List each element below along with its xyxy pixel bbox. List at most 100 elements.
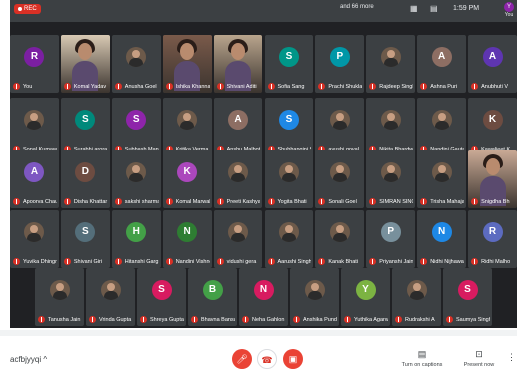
participant-tile[interactable]: S Shreya Gupta ...: [137, 268, 186, 326]
participant-tile[interactable]: SIMRAN SINGH: [366, 150, 416, 208]
participant-tile[interactable]: Preeti Kashyap: [213, 150, 263, 208]
participant-tile[interactable]: Tanusha Jain: [35, 268, 84, 326]
participant-tile[interactable]: Yuvika Dhingra: [10, 210, 59, 268]
participant-tile[interactable]: B Bhavna Bansal: [188, 268, 237, 326]
participant-tile[interactable]: vidushi gera: [213, 210, 263, 268]
participant-name-bar: Sofia Sang: [267, 83, 312, 90]
participant-avatar: S: [278, 47, 299, 67]
participant-name: Priyanshi Jain: [379, 258, 414, 265]
participant-tile[interactable]: Komal Yadav: [60, 35, 110, 93]
rec-label: REC: [24, 6, 37, 12]
self-view-mini[interactable]: Y You: [502, 2, 516, 20]
participant-tile[interactable]: P Priyanshi Jain: [366, 210, 416, 268]
participant-name: Anusha Goel: [124, 83, 157, 90]
present-button[interactable]: ⊡ Present now: [449, 349, 509, 368]
participant-tile[interactable]: AAnshu Malhotra: [213, 98, 263, 156]
participant-tile[interactable]: A Ashna Puri: [417, 35, 467, 93]
participant-avatar: Y: [355, 280, 376, 300]
mic-muted-icon: [216, 258, 224, 265]
participant-name-bar: Yuthika Agarwal: [344, 316, 388, 323]
participant-name: Disha Khattar: [73, 198, 108, 205]
participant-photo: [406, 280, 427, 300]
participant-tile[interactable]: H Hitanshi Garg: [111, 210, 161, 268]
participant-tile[interactable]: Aarushi Singh: [264, 210, 314, 268]
more-options-icon[interactable]: ⋮: [507, 352, 516, 363]
participant-name: Tanusha Jain: [48, 316, 81, 323]
participant-tile[interactable]: Rudrakshi A: [392, 268, 441, 326]
participant-name: Sofia Sang: [277, 83, 305, 90]
participant-tile[interactable]: R You: [10, 35, 59, 93]
hang-up-icon: ☎︎: [261, 355, 273, 365]
mic-muted-icon: [165, 83, 173, 90]
participant-tile[interactable]: Sonali Goel: [315, 150, 365, 208]
participant-tile[interactable]: Trisha Mahajan: [417, 150, 467, 208]
mic-muted-icon: [216, 198, 224, 205]
participant-name-bar: Ishika Khanna: [165, 83, 210, 90]
participant-tile[interactable]: Nandini Gautam: [417, 98, 467, 156]
participant-tile[interactable]: N Neha Gahlon: [239, 268, 288, 326]
participant-tile[interactable]: ayushi goyal: [315, 98, 365, 156]
mic-muted-icon: [114, 83, 122, 90]
top-bar: REC and 66 more ▦ ▤ 1:59 PM Y You: [10, 0, 517, 22]
mic-toggle-button[interactable]: 🎤︎: [232, 349, 252, 369]
participant-photo: [329, 110, 350, 130]
participant-tile[interactable]: sakshi sharma: [111, 150, 161, 208]
camera-toggle-button[interactable]: ▣: [283, 349, 303, 369]
see-more-participants[interactable]: and 66 more: [340, 4, 374, 11]
participant-name: Nidhi Nijhawan: [430, 258, 465, 265]
mic-muted-icon: [165, 198, 173, 205]
participant-tile[interactable]: Y Yuthika Agarwal: [341, 268, 390, 326]
participant-photo: [24, 222, 45, 242]
participant-name: Neha Gahlon: [252, 316, 285, 323]
participant-photo: [380, 162, 401, 182]
participant-tile[interactable]: Vrinda Gupta: [86, 268, 135, 326]
participant-avatar: A: [228, 110, 249, 130]
participant-tile[interactable]: K Komal Marwah: [162, 150, 212, 208]
participant-tile[interactable]: Sonal Kumawat: [10, 98, 59, 156]
mic-muted-icon: [318, 258, 326, 265]
participant-tile[interactable]: Shivani Aditi: [213, 35, 263, 93]
participant-tile[interactable]: SSubhash Manda: [111, 98, 161, 156]
participant-tile[interactable]: N Nandini Vishnoi: [162, 210, 212, 268]
mic-muted-icon: [267, 258, 275, 265]
participant-tile[interactable]: D Disha Khattar: [60, 150, 110, 208]
meeting-code: acfbjyyqi: [10, 355, 42, 364]
participant-tile[interactable]: Kritika Verma: [162, 98, 212, 156]
participant-tile[interactable]: P Prachi Shukla: [315, 35, 365, 93]
participant-tile[interactable]: Anusha Goel: [111, 35, 161, 93]
participant-name: Snigdha Bh: [481, 198, 510, 205]
participant-tile[interactable]: S Sofia Sang: [264, 35, 314, 93]
participant-tile[interactable]: Rajdeep Singh: [366, 35, 416, 93]
participant-tile[interactable]: S Saumya Singh: [443, 268, 492, 326]
mic-muted-icon: [471, 258, 479, 265]
participant-name: Trisha Mahajan: [430, 198, 465, 205]
participant-tile[interactable]: SShubhangini S...: [264, 98, 314, 156]
participant-tile[interactable]: SSurabhi arora: [60, 98, 110, 156]
participant-tile[interactable]: S Shivani Giri: [60, 210, 110, 268]
participant-photo: [278, 162, 299, 182]
captions-button[interactable]: ▤ Turn on captions: [392, 349, 452, 368]
participant-tile[interactable]: Yogita Bhati: [264, 150, 314, 208]
participant-tile[interactable]: A Anubhuti V: [468, 35, 517, 93]
participant-tile[interactable]: A Apoorva Chau...: [10, 150, 59, 208]
participant-name-bar: Anshika Pundir: [293, 316, 337, 323]
participant-tile[interactable]: R Ridhi Malho: [468, 210, 517, 268]
horizontal-scrollbar[interactable]: [0, 330, 517, 336]
participant-tile[interactable]: Nikita Bhardwaj: [366, 98, 416, 156]
participant-name-bar: Ashna Puri: [420, 83, 464, 90]
participant-tile[interactable]: KKawaljeet K: [468, 98, 517, 156]
participant-tile[interactable]: Anshika Pundir: [290, 268, 339, 326]
participant-tile[interactable]: N Nidhi Nijhawan: [417, 210, 467, 268]
participant-avatar: A: [482, 47, 503, 67]
leave-call-button[interactable]: ☎︎: [257, 349, 277, 369]
meeting-details[interactable]: acfbjyyqi ^: [10, 355, 47, 364]
participant-name-bar: SIMRAN SINGH: [369, 198, 413, 205]
participant-tile[interactable]: Ishika Khanna: [162, 35, 212, 93]
participant-tile[interactable]: Kanak Bhati: [315, 210, 365, 268]
mic-muted-icon: [114, 258, 122, 265]
participant-name-bar: Nidhi Nijhawan: [420, 258, 464, 265]
participant-name-bar: Vrinda Gupta: [89, 316, 133, 323]
grid-layout-icon[interactable]: ▦: [410, 4, 418, 13]
chat-icon[interactable]: ▤: [430, 4, 438, 13]
participant-tile[interactable]: Snigdha Bh: [468, 150, 517, 208]
